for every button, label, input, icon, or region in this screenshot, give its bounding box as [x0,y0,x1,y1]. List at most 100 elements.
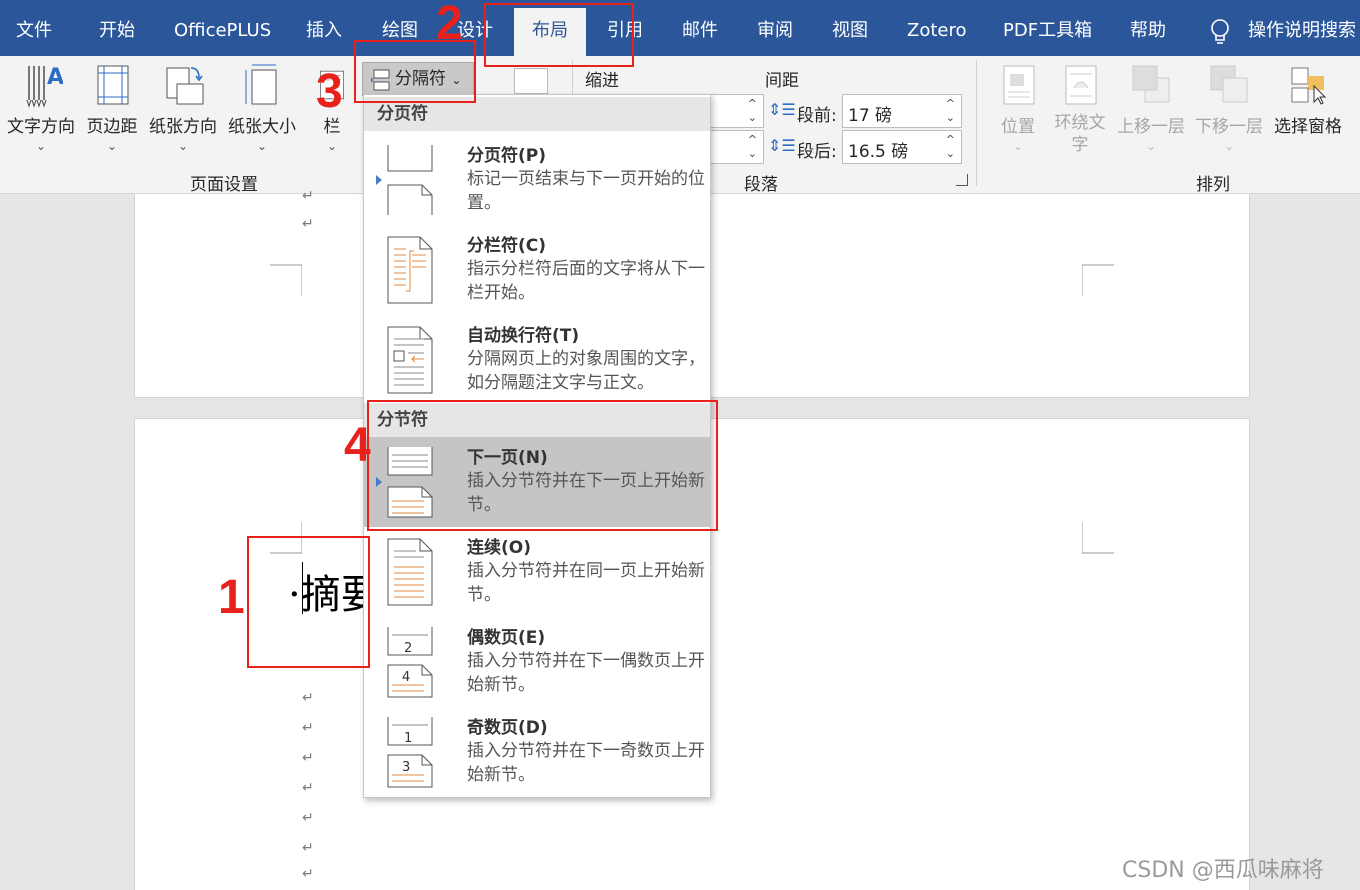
tab-mailings[interactable]: 邮件 [682,0,718,56]
paragraph-mark: ↵ [302,866,314,882]
chevron-down-icon: ⌄ [35,139,47,153]
position-button[interactable]: 位置 ⌄ [994,62,1042,153]
tab-pdf-toolbox[interactable]: PDF工具箱 [1003,0,1092,56]
orientation-button[interactable]: 纸张方向 ⌄ [145,62,221,153]
chevron-down-icon: ⌄ [1012,139,1024,153]
chevron-down-icon: ⌄ [106,139,118,153]
paragraph-mark: ↵ [302,840,314,856]
menu-item-odd-page[interactable]: 13 奇数页(D) 插入分节符并在下一奇数页上开始新节。 [364,707,710,797]
annotation-label-4: 4 [344,419,371,472]
space-after-label: 段后: [797,142,837,162]
annotation-box-3 [354,40,476,103]
page-break-icon [384,143,436,217]
paragraph-mark: ↵ [302,810,314,826]
text-direction-button[interactable]: A 文字方向 ⌄ [4,62,78,153]
spinner-arrows-icon[interactable]: ^ ⌄ [748,97,757,125]
tab-zotero[interactable]: Zotero [907,0,967,56]
menu-item-title: 分页符(P) [467,146,546,166]
indent-label: 缩进 [585,71,619,91]
margins-button[interactable]: 页边距 ⌄ [82,62,142,153]
menu-item-description: 分隔网页上的对象周围的文字，如分隔题注文字与正文。 [467,349,705,393]
spinner-arrows-icon[interactable]: ^ ⌄ [946,97,955,125]
annotation-label-3: 3 [316,65,343,118]
tab-review[interactable]: 审阅 [757,0,793,56]
menu-item-title: 分栏符(C) [467,236,547,256]
selection-pane-button[interactable]: 选择窗格 [1270,62,1346,137]
tab-view[interactable]: 视图 [832,0,868,56]
text-direction-icon: A [19,62,64,108]
spinner-arrows-icon[interactable]: ^ ⌄ [748,133,757,161]
menu-item-page-break[interactable]: 分页符(P) 标记一页结束与下一页开始的位置。 [364,135,710,225]
menu-item-description: 指示分栏符后面的文字将从下一栏开始。 [467,259,705,303]
menu-item-title: 自动换行符(T) [467,326,580,346]
menu-bar: 文件 开始 OfficePLUS 插入 绘图 设计 布局 引用 邮件 审阅 视图… [0,0,1360,56]
paragraph-dialog-launcher-icon[interactable] [956,174,968,186]
space-before-value: 17 磅 [848,106,893,126]
even-page-section-icon: 24 [384,625,436,699]
orientation-icon [161,62,205,108]
space-after-input[interactable]: 16.5 磅 ^ ⌄ [842,130,962,164]
chevron-down-icon: ⌄ [1145,139,1157,153]
indent-left-spinner[interactable]: ^ ⌄ [702,94,764,128]
lightbulb-icon[interactable] [1208,18,1232,46]
chevron-down-icon: ⌄ [256,139,268,153]
tab-help[interactable]: 帮助 [1130,0,1166,56]
space-before-input[interactable]: 17 磅 ^ ⌄ [842,94,962,128]
margins-label: 页边距 [86,117,138,137]
page-corner-mark [1082,264,1114,296]
wrap-text-label: 环绕文字 [1054,113,1106,155]
menu-item-description: 插入分节符并在同一页上开始新节。 [467,561,705,605]
watermark: CSDN @西瓜味麻将 [1122,858,1324,883]
space-after-icon: ⇕☰ [768,136,796,155]
spinner-arrows-icon[interactable]: ^ ⌄ [946,133,955,161]
tab-file[interactable]: 文件 [16,0,52,56]
annotation-label-1: 1 [218,571,245,624]
size-label: 纸张大小 [228,117,296,137]
paragraph-group-label: 段落 [744,175,778,195]
spacing-label: 间距 [765,71,799,91]
send-backward-button[interactable]: 下移一层 ⌄ [1192,62,1266,153]
svg-text:A: A [47,65,63,90]
margins-icon [90,62,134,108]
paragraph-mark: ↵ [302,780,314,796]
wrap-text-button[interactable]: 环绕文字 [1052,62,1108,156]
paper-size-icon [240,62,284,108]
menu-item-description: 插入分节符并在下一偶数页上开始新节。 [467,651,705,695]
menu-item-even-page[interactable]: 24 偶数页(E) 插入分节符并在下一偶数页上开始新节。 [364,617,710,707]
paragraph-mark: ↵ [302,720,314,736]
search-tell-me[interactable]: 操作说明搜索 [1248,0,1356,56]
annotation-box-2 [484,3,634,67]
menu-item-text-wrapping-break[interactable]: 自动换行符(T) 分隔网页上的对象周围的文字，如分隔题注文字与正文。 [364,315,710,405]
space-before-icon: ⇕☰ [768,100,796,119]
arrange-group-label: 排列 [1196,175,1230,195]
indent-right-spinner[interactable]: ^ ⌄ [702,130,764,164]
text-wrapping-break-icon [384,323,436,397]
even-top-number: 2 [404,641,412,656]
tab-insert[interactable]: 插入 [306,0,342,56]
tab-home[interactable]: 开始 [99,0,135,56]
hyphenation-icon [514,68,548,94]
orientation-label: 纸张方向 [149,117,217,137]
page-corner-mark [270,264,302,296]
selection-pane-icon [1286,62,1330,108]
odd-page-section-icon: 13 [384,715,436,789]
chevron-down-icon: ⌄ [177,139,189,153]
paragraph-mark: ↵ [302,216,314,232]
menu-item-title: 偶数页(E) [467,628,546,648]
continuous-section-icon [384,535,436,609]
annotation-box-4 [367,400,718,531]
odd-top-number: 1 [404,731,412,746]
menu-item-continuous[interactable]: 连续(O) 插入分节符并在同一页上开始新节。 [364,527,710,617]
menu-item-title: 奇数页(D) [467,718,548,738]
bring-forward-button[interactable]: 上移一层 ⌄ [1114,62,1188,153]
annotation-box-1 [247,536,370,668]
wrap-text-icon [1058,62,1102,108]
menu-item-column-break[interactable]: 分栏符(C) 指示分栏符后面的文字将从下一栏开始。 [364,225,710,315]
paragraph-mark: ↵ [302,690,314,706]
position-label: 位置 [1001,117,1035,137]
odd-bottom-number: 3 [402,760,410,775]
tab-officeplus[interactable]: OfficePLUS [174,0,271,56]
selection-pane-label: 选择窗格 [1274,117,1342,137]
size-button[interactable]: 纸张大小 ⌄ [224,62,300,153]
send-backward-icon [1207,62,1251,108]
